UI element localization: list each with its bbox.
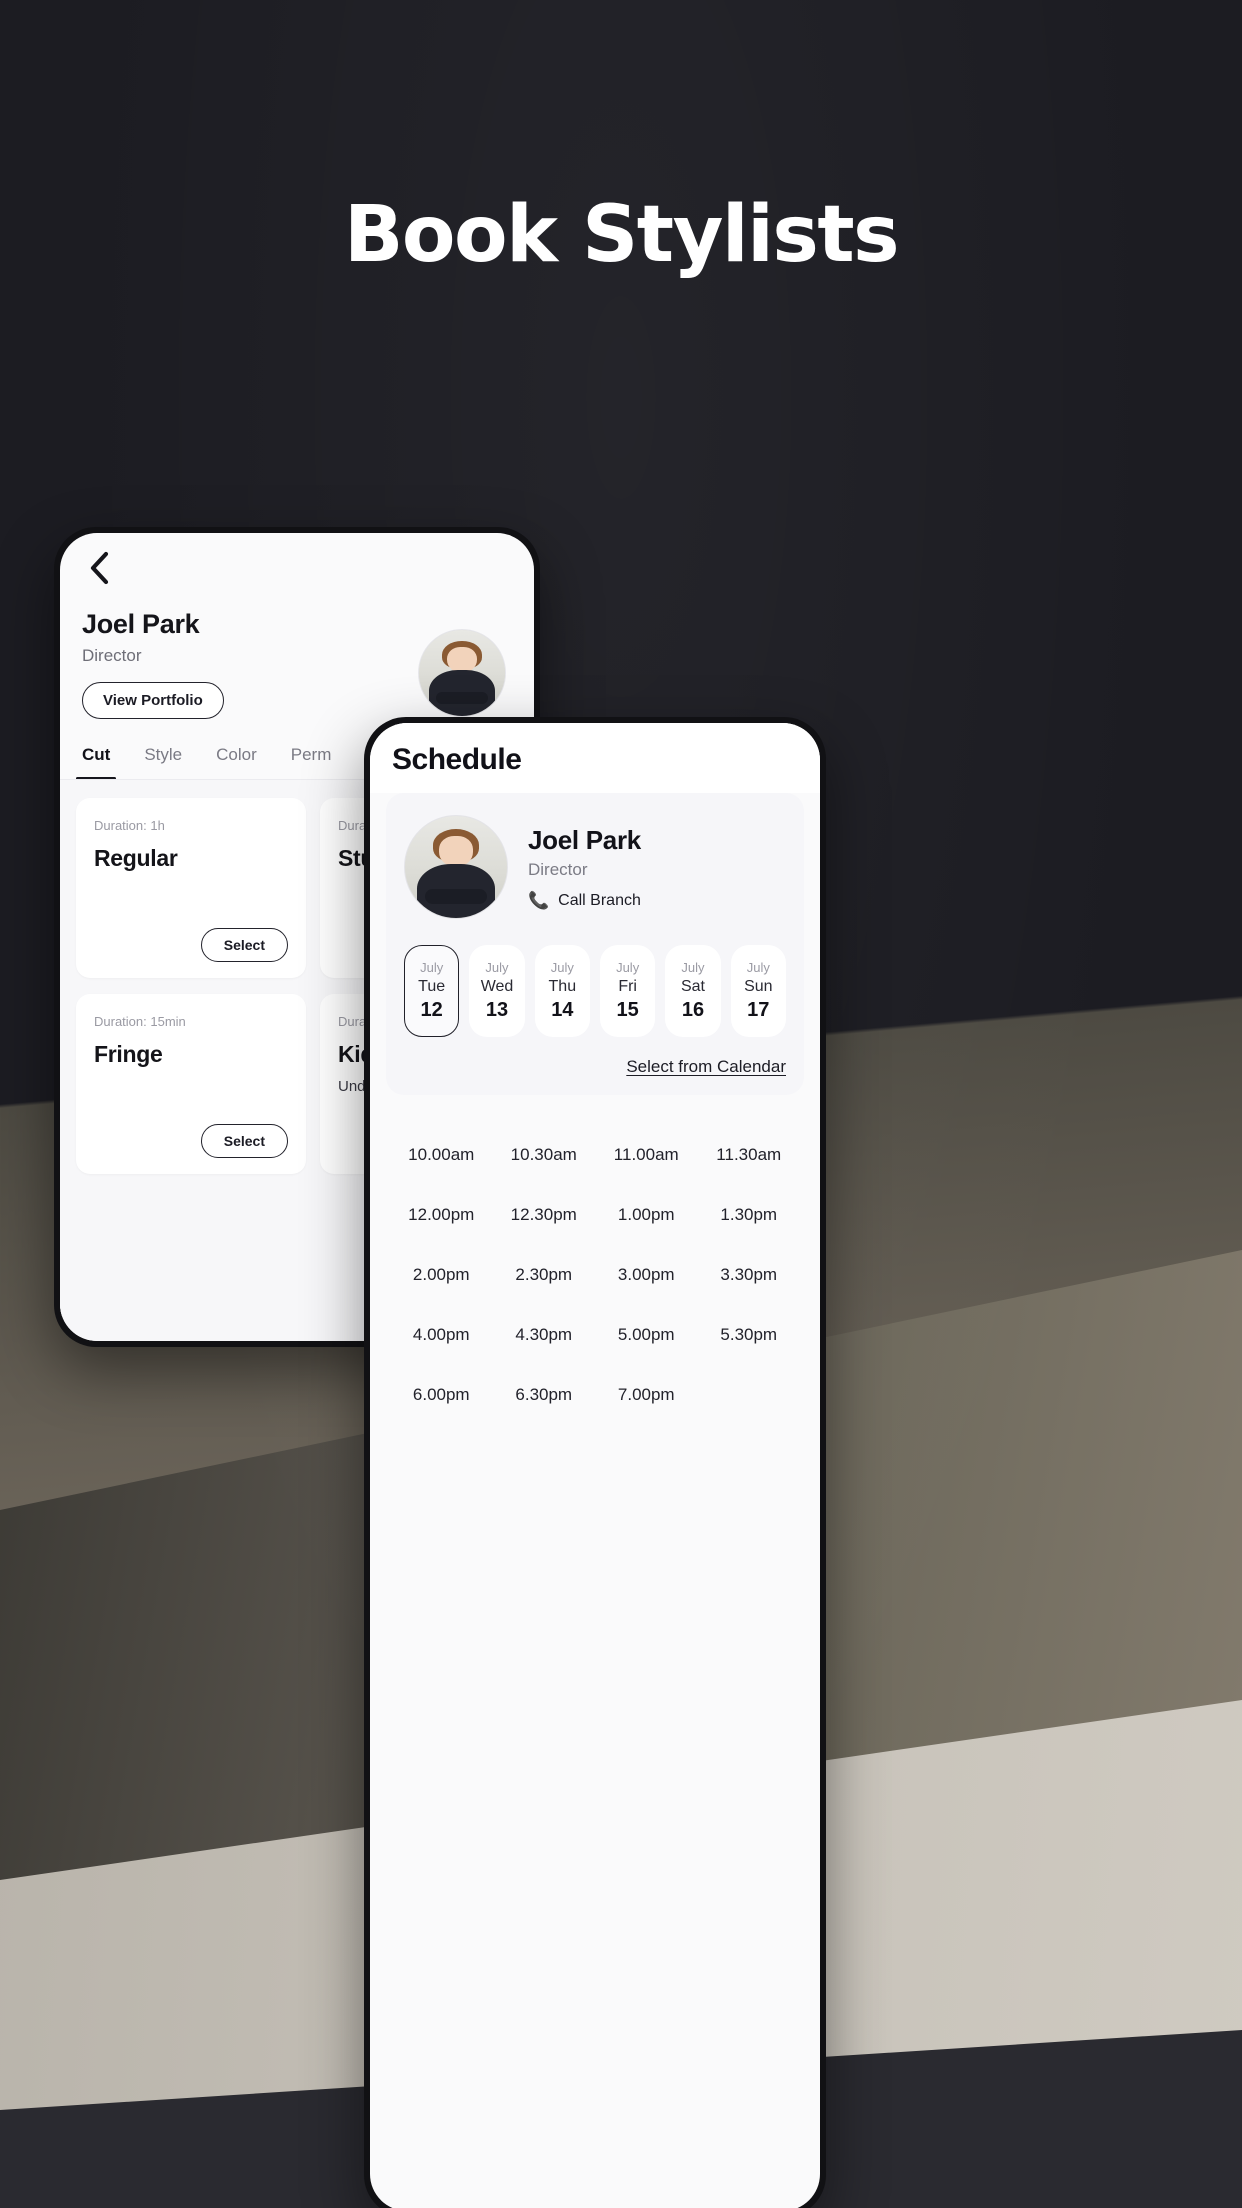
time-slot[interactable]: 7.00pm [595,1379,698,1411]
avatar-face [447,647,477,673]
time-slot[interactable]: 11.30am [698,1139,801,1171]
time-slot[interactable]: 11.00am [595,1139,698,1171]
tab-label: Style [144,745,183,764]
time-slot-grid: 10.00am 10.30am 11.00am 11.30am 12.00pm 12.30… [370,1095,820,1411]
calendar-link-row: Select from Calendar [404,1057,786,1077]
date-pill-wed-13[interactable]: July Wed 13 [469,945,525,1037]
chevron-left-icon[interactable] [82,551,116,585]
page-title: Book Stylists [343,190,900,280]
schedule-stylist-text: Joel Park Director 📞 Call Branch [528,825,641,910]
call-branch-button[interactable]: 📞 Call Branch [528,892,641,910]
service-title: Fringe [94,1041,163,1067]
schedule-stylist-name: Joel Park [528,824,641,855]
date-weekday: Sat [680,978,705,995]
date-month: July [746,960,770,975]
time-slot[interactable]: 5.30pm [698,1319,801,1351]
time-slot[interactable]: 5.00pm [595,1319,698,1351]
schedule-stylist-row: Joel Park Director 📞 Call Branch [404,815,786,919]
stylist-name: Joel Park [82,609,200,639]
service-select-button[interactable]: Select [200,928,288,962]
date-pill-thu-14[interactable]: July Thu 14 [534,945,590,1037]
stylist-profile-text: Joel Park Director View Portfolio [82,609,224,719]
time-slot[interactable]: 10.00am [390,1139,493,1171]
date-weekday: Tue [418,978,446,995]
date-month: July [550,960,574,975]
service-duration: Duration: 1h [94,818,165,833]
time-slot[interactable]: 6.00pm [390,1379,493,1411]
time-slot[interactable]: 1.00pm [595,1199,698,1231]
date-month: July [681,960,705,975]
date-day-number: 13 [485,999,509,1021]
schedule-header: Schedule [370,723,820,793]
schedule-stylist-card: Joel Park Director 📞 Call Branch July Tue… [386,793,804,1095]
date-weekday: Sun [744,978,773,995]
time-slot[interactable]: 1.30pm [698,1199,801,1231]
service-card[interactable]: Duration: 1h Regular Select [76,798,306,978]
tab-label: Perm [290,745,332,764]
time-slot[interactable]: 4.00pm [390,1319,493,1351]
date-month: July [420,960,444,975]
stylist-avatar [418,629,506,717]
tab-perm[interactable]: Perm [291,745,332,779]
service-duration: Duration: 15min [94,1014,186,1029]
service-select-button[interactable]: Select [200,1124,288,1158]
schedule-stylist-avatar [404,815,508,919]
date-selector: July Tue 12 July Wed 13 July Thu 14 July Fri 15 July… [404,945,786,1037]
time-slot[interactable]: 3.00pm [595,1259,698,1291]
date-day-number: 14 [551,999,574,1021]
date-day-number: 16 [681,999,705,1021]
phone-frame-schedule: Schedule Joel Park Director 📞 Call Branc… [364,717,826,2208]
tab-cut[interactable]: Cut [75,745,117,779]
time-slot[interactable]: 4.30pm [493,1319,596,1351]
schedule-screen: Schedule Joel Park Director 📞 Call Branc… [370,723,820,2208]
call-branch-label: Call Branch [558,891,641,909]
service-title: Regular [94,845,178,871]
date-pill-sat-16[interactable]: July Sat 16 [665,945,721,1037]
avatar-arms [425,889,487,904]
select-from-calendar-link[interactable]: Select from Calendar [626,1057,786,1076]
phone-icon: 📞 [528,891,550,910]
date-month: July [485,960,509,975]
date-weekday: Wed [480,978,514,995]
time-slot[interactable]: 12.00pm [390,1199,493,1231]
date-pill-sun-17[interactable]: July Sun 17 [730,945,786,1037]
tab-label: Color [216,745,257,764]
time-slot[interactable]: 2.30pm [493,1259,596,1291]
schedule-stylist-role: Director [528,859,588,879]
date-weekday: Fri [618,978,637,995]
time-slot[interactable]: 6.30pm [493,1379,596,1411]
time-slot[interactable]: 12.30pm [493,1199,596,1231]
stylist-topbar [60,533,534,585]
avatar-face [438,836,474,867]
avatar-arms [436,691,488,704]
tab-label: Cut [82,745,111,764]
stylist-profile: Joel Park Director View Portfolio [60,585,534,719]
time-slot[interactable]: 3.30pm [698,1259,801,1291]
date-day-number: 17 [747,999,770,1021]
tab-color[interactable]: Color [216,745,257,779]
time-slot[interactable]: 10.30am [493,1139,596,1171]
date-month: July [616,960,640,975]
schedule-title: Schedule [392,743,522,776]
date-pill-tue-12[interactable]: July Tue 12 [404,945,460,1037]
service-card[interactable]: Duration: 15min Fringe Select [76,994,306,1174]
date-day-number: 15 [616,999,639,1021]
view-portfolio-button[interactable]: View Portfolio [82,682,224,719]
date-weekday: Thu [548,978,577,995]
stylist-role: Director [82,646,142,665]
date-pill-fri-15[interactable]: July Fri 15 [599,945,656,1037]
time-slot[interactable]: 2.00pm [390,1259,493,1291]
tab-style[interactable]: Style [144,745,182,779]
date-day-number: 12 [420,999,443,1021]
screenshot-root: Book Stylists Joel Park Director View Po… [0,0,1242,2208]
